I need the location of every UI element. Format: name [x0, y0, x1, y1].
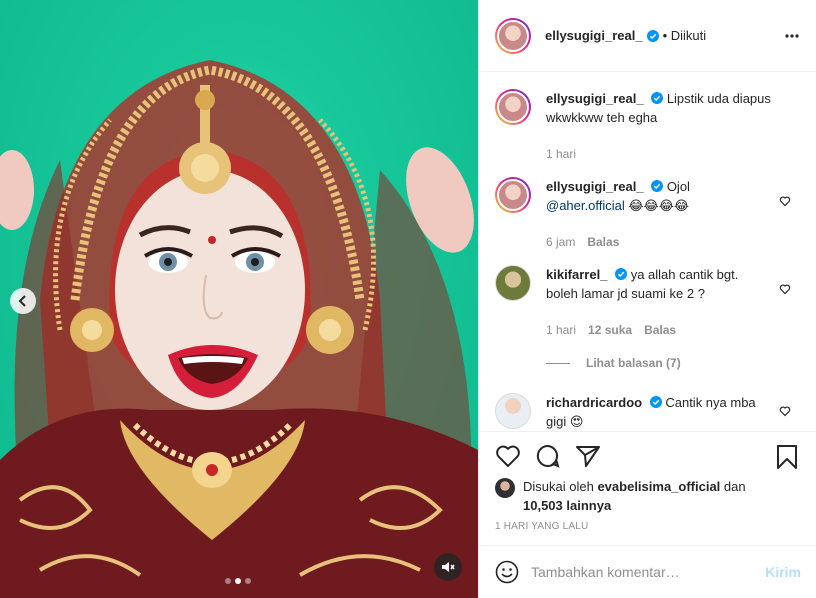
more-horizontal-icon[interactable] [784, 26, 800, 42]
post-side-panel: ellysugigi_real_ • Diikuti ellysugigi_re… [478, 0, 816, 598]
heart-icon[interactable] [779, 405, 791, 417]
comment-meta: 6 jam Balas [546, 235, 619, 249]
avatar[interactable] [495, 478, 515, 498]
verified-badge-icon [646, 29, 659, 42]
comment-time[interactable]: 1 hari [546, 147, 576, 161]
mention-link[interactable]: @aher.official [546, 198, 625, 213]
comment-input[interactable] [531, 564, 741, 580]
verified-badge-icon [615, 268, 628, 280]
avatar[interactable] [495, 177, 531, 213]
verified-badge-icon [651, 92, 664, 104]
comment-username[interactable]: ellysugigi_real_ [546, 91, 644, 106]
comment-username[interactable]: ellysugigi_real_ [546, 179, 644, 194]
heart-icon[interactable] [779, 195, 791, 207]
avatar[interactable] [495, 393, 531, 429]
share-icon[interactable] [575, 444, 601, 468]
liked-by: Disukai oleh evabelisima_official dan 10… [495, 477, 783, 515]
comment-emoji: 😂😂😂😂 [628, 198, 690, 213]
comment-username[interactable]: richardricardoo [546, 395, 642, 410]
reply-button[interactable]: Balas [587, 235, 619, 249]
heart-icon[interactable] [779, 283, 791, 295]
avatar[interactable] [495, 265, 531, 301]
verified-badge-icon [651, 180, 664, 192]
view-replies-button[interactable]: Lihat balasan (7) [546, 356, 681, 370]
emoji-icon[interactable] [495, 560, 519, 584]
liked-by-conj: dan [723, 479, 746, 494]
post-comment-button[interactable]: Kirim [765, 564, 801, 580]
comment-time[interactable]: 6 jam [546, 235, 575, 249]
mute-toggle-button[interactable] [434, 553, 462, 581]
comment-time[interactable]: 1 hari [546, 323, 576, 337]
avatar[interactable] [495, 17, 531, 54]
muted-speaker-icon [442, 562, 455, 572]
view-replies-label: Lihat balasan (7) [586, 356, 681, 370]
post-media[interactable] [0, 0, 478, 598]
likes-count[interactable]: 10,503 lainnya [523, 498, 611, 513]
comment-composer: Kirim [479, 545, 816, 598]
comment-text: Ojol [666, 179, 690, 194]
bookmark-icon[interactable] [775, 444, 799, 470]
header-username[interactable]: ellysugigi_real_ [545, 28, 643, 43]
comment-meta: 1 hari [546, 147, 576, 161]
post-actions-bar [479, 431, 816, 483]
comments-list[interactable]: ellysugigi_real_ Lipstik uda diapus wkwk… [479, 73, 816, 431]
post-timestamp[interactable]: 1 HARI YANG LALU [495, 521, 588, 532]
verified-badge-icon [649, 396, 662, 408]
carousel-dot-active [235, 578, 241, 584]
replies-divider [546, 362, 570, 364]
comment-meta: 1 hari 12 suka Balas [546, 323, 676, 337]
comment-likes[interactable]: 12 suka [588, 323, 632, 337]
carousel-dot [225, 578, 231, 584]
heart-icon[interactable] [495, 444, 521, 468]
liked-by-prefix: Disukai oleh [523, 479, 594, 494]
carousel-indicator [225, 578, 251, 584]
carousel-dot [245, 578, 251, 584]
chevron-left-icon [18, 295, 26, 307]
comment-icon[interactable] [535, 444, 561, 468]
avatar[interactable] [495, 89, 531, 125]
reply-button[interactable]: Balas [644, 323, 676, 337]
liked-by-user[interactable]: evabelisima_official [597, 479, 720, 494]
follow-status[interactable]: • Diikuti [663, 28, 707, 43]
bride-video-frame [0, 60, 478, 598]
carousel-prev-button[interactable] [10, 288, 36, 314]
post-header: ellysugigi_real_ • Diikuti [479, 0, 816, 72]
comment-username[interactable]: kikifarrel_ [546, 267, 607, 282]
